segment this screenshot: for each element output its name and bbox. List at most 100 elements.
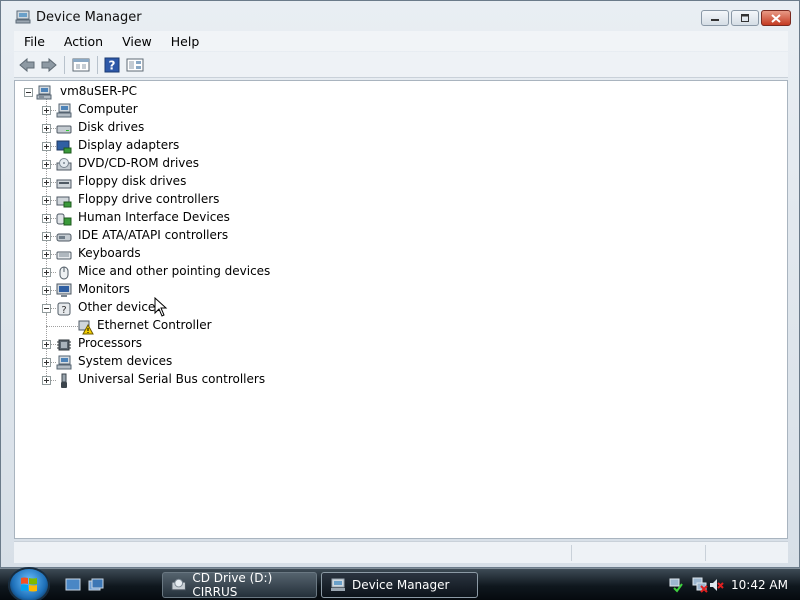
windows-logo-icon [21,577,37,592]
network-disconnected-icon[interactable] [692,577,708,593]
minimize-button[interactable] [701,10,729,26]
maximize-icon [741,14,749,22]
expand-toggle[interactable] [42,232,51,241]
device-manager-window: Device Manager File Action View Help ? v… [0,0,800,568]
clock[interactable]: 10:42 AM [731,578,788,592]
expand-toggle[interactable] [42,286,51,295]
tree-category-label[interactable]: Other devices [78,300,162,314]
device-tree-pane[interactable]: vm8uSER-PC Computer Disk drives Display ad… [14,80,788,539]
back-button[interactable] [17,55,37,75]
device-manager-icon [15,10,31,24]
processor-icon [57,339,71,351]
maximize-button[interactable] [731,10,759,26]
dvd-drive-icon [56,158,72,171]
menu-view[interactable]: View [112,34,161,49]
tree-category-label[interactable]: IDE ATA/ATAPI controllers [78,228,228,242]
tree-connector [46,314,47,326]
disk-drive-icon [56,125,72,134]
expand-toggle[interactable] [42,376,51,385]
taskbar-item-label: CD Drive (D:) CIRRUS [192,571,273,599]
expand-toggle[interactable] [42,214,51,223]
scan-hardware-icon [126,58,144,72]
close-icon [771,13,781,23]
tree-category-label[interactable]: Computer [78,102,138,116]
taskbar-item-cd-drive[interactable]: CD Drive (D:) CIRRUS [162,571,317,599]
tree-category-label[interactable]: Floppy disk drives [78,174,186,188]
tree-category-label[interactable]: Processors [78,336,142,350]
expand-toggle[interactable] [42,340,51,349]
expand-toggle[interactable] [42,196,51,205]
tree-category-label[interactable]: Universal Serial Bus controllers [78,372,265,386]
tree-category-label[interactable]: Disk drives [78,120,144,134]
device-tree: vm8uSER-PC Computer Disk drives Display ad… [15,81,787,538]
system-tray: 10:42 AM [660,569,800,600]
forward-icon [41,57,57,73]
display-adapter-icon [56,140,72,154]
unknown-device-icon: ? [57,302,71,316]
tree-category-label[interactable]: DVD/CD-ROM drives [78,156,199,170]
taskbar: CD Drive (D:) CIRRUS Device Manager 10:4… [0,567,800,600]
network-tray-icon[interactable] [668,577,684,593]
expand-toggle[interactable] [42,160,51,169]
expand-toggle[interactable] [42,178,51,187]
menu-action[interactable]: Action [54,34,112,49]
tree-category-label[interactable]: Mice and other pointing devices [78,264,270,278]
help-button[interactable]: ? [102,55,122,75]
tree-category-label[interactable]: Keyboards [78,246,141,260]
tree-category-label[interactable]: System devices [78,354,172,368]
back-icon [19,57,35,73]
close-button[interactable] [761,10,791,26]
tree-category-label[interactable]: Floppy drive controllers [78,192,219,206]
floppy-drive-icon [56,179,72,189]
computer-root-icon [36,85,52,100]
tree-category-label[interactable]: Display adapters [78,138,179,152]
menu-file[interactable]: File [14,34,54,49]
expand-toggle[interactable] [42,358,51,367]
expand-toggle[interactable] [42,124,51,133]
expand-toggle[interactable] [42,304,51,313]
expand-toggle[interactable] [42,142,51,151]
show-desktop-icon[interactable] [65,578,81,592]
floppy-controller-icon [56,196,72,208]
volume-muted-icon[interactable] [708,577,724,593]
scan-hardware-button[interactable] [125,55,145,75]
expand-toggle[interactable] [42,268,51,277]
taskbar-item-device-manager[interactable]: Device Manager [321,572,478,598]
toolbar: ? [14,52,788,78]
title-bar[interactable]: Device Manager [1,1,799,31]
monitor-icon [56,283,72,297]
properties-button[interactable] [71,55,91,75]
forward-button[interactable] [39,55,59,75]
computer-icon [56,103,72,118]
status-cell [571,545,705,561]
keyboard-icon [56,251,72,260]
hid-icon [56,213,72,226]
ide-controller-icon [56,233,72,242]
tree-root-label[interactable]: vm8uSER-PC [60,84,137,98]
mouse-icon [59,266,69,280]
cd-drive-icon [171,578,186,591]
tree-category-label[interactable]: Monitors [78,282,130,296]
properties-icon [72,58,90,72]
svg-text:?: ? [61,305,66,316]
usb-icon [61,373,67,388]
help-icon: ? [104,57,120,73]
device-manager-icon [331,578,345,591]
expand-toggle[interactable] [42,250,51,259]
tree-category-label[interactable]: Human Interface Devices [78,210,230,224]
expand-toggle[interactable] [42,106,51,115]
minimize-icon [711,19,719,21]
tree-connector [46,326,78,327]
status-cell [705,545,788,561]
svg-text:?: ? [109,59,116,73]
status-bar [14,541,788,563]
menu-help[interactable]: Help [161,34,209,49]
mouse-cursor-icon [154,297,168,317]
warning-device-icon [78,320,94,335]
start-button[interactable] [8,567,50,600]
switch-windows-icon[interactable] [88,578,104,592]
root-collapse-toggle[interactable] [24,88,33,97]
taskbar-item-label: Device Manager [352,578,450,592]
window-title: Device Manager [36,10,142,25]
tree-device-label[interactable]: Ethernet Controller [97,318,212,332]
